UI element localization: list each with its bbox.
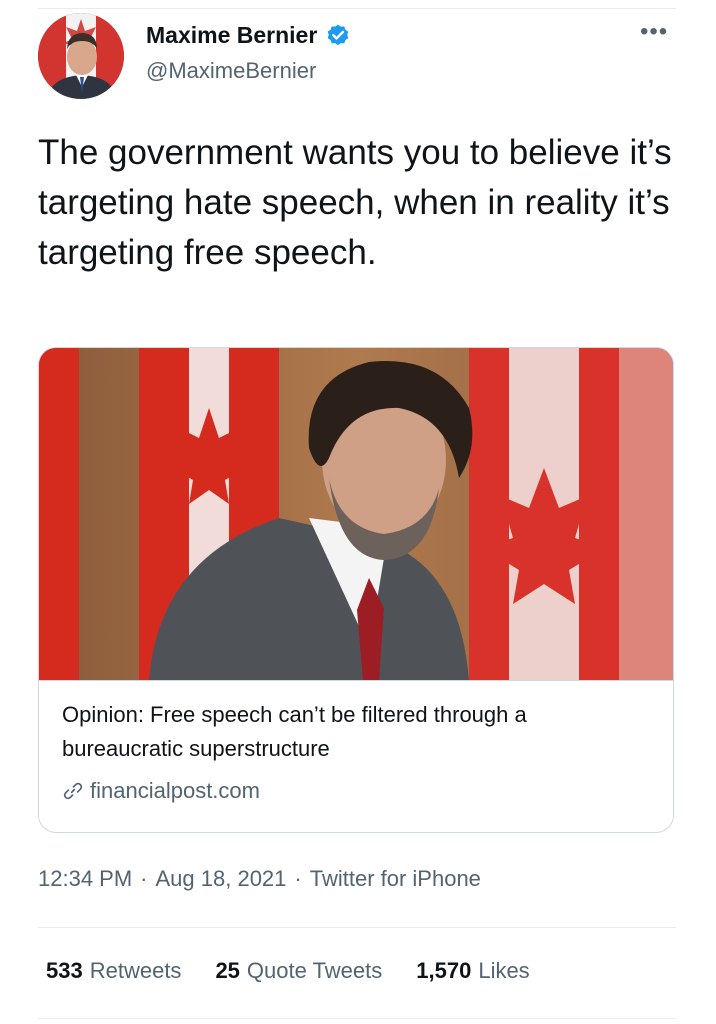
retweets-label: Retweets <box>89 958 182 983</box>
card-domain-row[interactable]: financialpost.com <box>62 778 260 804</box>
meta-separator: · <box>294 866 302 891</box>
quote-tweets-count: 25 <box>215 958 240 983</box>
card-domain: financialpost.com <box>90 778 260 803</box>
tweet-text: The government wants you to believe it’s… <box>38 133 672 272</box>
avatar[interactable] <box>38 13 124 99</box>
divider <box>38 1018 676 1019</box>
card-title[interactable]: Opinion: Free speech can’t be filtered t… <box>62 698 652 766</box>
retweets-count: 533 <box>46 958 83 983</box>
top-divider <box>38 8 676 9</box>
card-divider <box>39 680 673 681</box>
likes-count: 1,570 <box>416 958 472 983</box>
tweet-source[interactable]: Twitter for iPhone <box>310 866 481 892</box>
likes-stat[interactable]: 1,570 Likes <box>416 958 529 984</box>
meta-separator: · <box>140 866 148 891</box>
tweet-date[interactable]: Aug 18, 2021 <box>156 866 287 892</box>
quote-tweets-label: Quote Tweets <box>246 958 383 983</box>
verified-badge-icon <box>325 23 351 49</box>
author-display-name[interactable]: Maxime Bernier <box>146 22 317 49</box>
tweet-time[interactable]: 12:34 PM <box>38 866 132 892</box>
engagement-stats: 533 Retweets 25 Quote Tweets 1,570 Likes <box>46 958 530 984</box>
link-icon <box>62 780 84 802</box>
more-horizontal-icon[interactable]: ••• <box>640 20 668 44</box>
tweet-meta: 12:34 PM · Aug 18, 2021 · Twitter for iP… <box>38 866 481 892</box>
quote-tweets-stat[interactable]: 25 Quote Tweets <box>215 958 382 984</box>
card-image[interactable] <box>39 348 673 680</box>
author-name-row[interactable]: Maxime Bernier <box>146 22 351 49</box>
author-handle[interactable]: @MaximeBernier <box>146 58 316 84</box>
link-preview-card[interactable]: Opinion: Free speech can’t be filtered t… <box>38 347 674 833</box>
likes-label: Likes <box>478 958 530 983</box>
retweets-stat[interactable]: 533 Retweets <box>46 958 181 984</box>
divider <box>38 927 676 928</box>
